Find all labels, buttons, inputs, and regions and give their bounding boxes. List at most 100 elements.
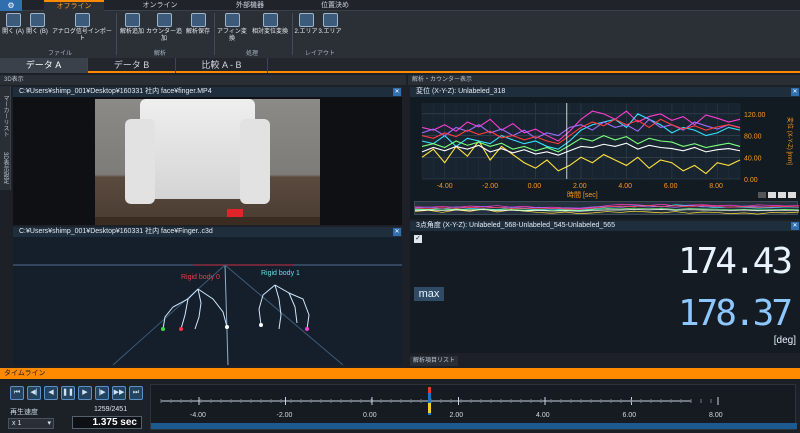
check-icon[interactable] bbox=[778, 192, 786, 198]
group-separator bbox=[116, 13, 117, 55]
timeline-header: タイムライン bbox=[0, 368, 800, 379]
tab-positioning[interactable]: 位置決め bbox=[305, 0, 365, 11]
tab-data-b[interactable]: データ B bbox=[88, 58, 176, 73]
layout-3-area-button[interactable]: 3.エリア bbox=[318, 13, 342, 43]
affine-transform-button[interactable]: アフィン変換 bbox=[216, 13, 248, 43]
group-separator bbox=[214, 13, 215, 55]
app-menu-button[interactable]: ⚙ bbox=[0, 0, 22, 11]
overview-strip[interactable] bbox=[414, 201, 800, 215]
analysis-add-icon bbox=[124, 13, 140, 27]
play-reverse-button[interactable]: ◀ bbox=[44, 386, 58, 400]
angle-title-header: 3点角度 (X-Y-Z): Unlabeled_568-Unlabeled_54… bbox=[410, 221, 800, 231]
y-tick-label: 80.00 bbox=[744, 134, 762, 141]
tab-data-a[interactable]: データ A bbox=[0, 58, 88, 73]
y-axis-label: 変位 (X-Y-Z) [mm] bbox=[786, 117, 794, 165]
go-start-button[interactable]: ⏮ bbox=[10, 386, 24, 400]
zoom-icon[interactable] bbox=[758, 192, 766, 198]
close-icon[interactable]: ✕ bbox=[393, 88, 401, 96]
tab-compare-a-b[interactable]: 比較 A - B bbox=[176, 58, 268, 73]
person-left-arm bbox=[125, 119, 155, 204]
3d-viewport: Rigid body 0 Rigid body 1 bbox=[13, 237, 402, 366]
time-display: 1.375 sec bbox=[72, 416, 142, 429]
speed-select[interactable]: x 1 ▾ bbox=[8, 418, 54, 429]
counter-add-icon bbox=[156, 13, 172, 27]
counter-checkbox[interactable]: ✓ bbox=[414, 235, 422, 243]
x-tick-label: 8.00 bbox=[709, 183, 723, 190]
person-shirt bbox=[140, 99, 255, 199]
step-forward-button[interactable]: |▶ bbox=[95, 386, 109, 400]
frame-counter: 1259/2451 bbox=[94, 406, 128, 413]
desk bbox=[95, 217, 320, 225]
open-b-button[interactable]: 開く (B) bbox=[26, 13, 48, 43]
pause-button[interactable]: ❚❚ bbox=[61, 386, 75, 400]
current-angle-value: 174.43 bbox=[677, 241, 793, 282]
tab-online[interactable]: オンライン bbox=[130, 0, 190, 11]
check-icon[interactable] bbox=[768, 192, 776, 198]
analysis-save-button[interactable]: 解析保存 bbox=[184, 13, 212, 43]
play-button[interactable]: ▶ bbox=[78, 386, 92, 400]
rigid-body-1-label: Rigid body 1 bbox=[261, 270, 300, 277]
marker-dot bbox=[225, 325, 229, 329]
y-tick-label: 40.00 bbox=[744, 155, 762, 162]
x-tick-label: 6.00 bbox=[664, 183, 678, 190]
analog-import-button[interactable]: アナログ信号インポート bbox=[50, 13, 114, 43]
relative-disp-icon bbox=[262, 13, 278, 27]
step-back-button[interactable]: ◀| bbox=[27, 386, 41, 400]
timeline-scrollbar[interactable] bbox=[151, 423, 797, 429]
analysis-add-button[interactable]: 解析追加 bbox=[118, 13, 146, 43]
relative-disp-button[interactable]: 相対変位変換 bbox=[250, 13, 290, 43]
ribbon: ⚙ オフライン オンライン 外部機器 位置決め 開く (A) 開く (B) アナ… bbox=[0, 0, 800, 60]
video-frame bbox=[95, 99, 320, 225]
video-path-header: C:¥Users¥shimp_001¥Desktop¥160331 社内 fac… bbox=[13, 87, 402, 97]
layout-2-icon bbox=[298, 13, 314, 27]
rigid-body-1-skeleton bbox=[258, 284, 310, 330]
check-icon[interactable] bbox=[788, 192, 796, 198]
tab-external-devices[interactable]: 外部機器 bbox=[220, 0, 280, 11]
layout-2-area-button[interactable]: 2.エリア bbox=[294, 13, 318, 43]
layout-3-icon bbox=[322, 13, 338, 27]
chevron-down-icon: ▾ bbox=[47, 420, 51, 427]
group-file-label: ファイル bbox=[47, 51, 72, 57]
y-tick-label: 120.00 bbox=[744, 112, 766, 119]
ribbon-tabbar: ⚙ オフライン オンライン 外部機器 位置決め bbox=[0, 0, 800, 11]
c3d-path-header: C:¥Users¥shimp_001¥Desktop¥160331 社内 fac… bbox=[13, 227, 402, 237]
x-axis-label: 時間 [sec] bbox=[567, 191, 598, 199]
timeline-tick-label: 8.00 bbox=[709, 412, 723, 419]
x-tick-label: 2.00 bbox=[573, 183, 587, 190]
side-tab-3d-settings[interactable]: 3D表示設定 bbox=[0, 146, 11, 190]
go-end-button[interactable]: ⏭ bbox=[129, 386, 143, 400]
x-tick-label: -2.00 bbox=[482, 183, 498, 190]
panel-3d-header: 3D表示 bbox=[0, 75, 406, 85]
timeline-tick-label: 4.00 bbox=[536, 412, 550, 419]
overview-mini-chart bbox=[414, 203, 800, 215]
max-angle-value: 178.37 bbox=[677, 293, 793, 334]
timeline-tick-label: 2.00 bbox=[450, 412, 464, 419]
fast-forward-button[interactable]: ▶▶ bbox=[112, 386, 126, 400]
chart-panel: 0.00 40.00 80.00 120.00 -4.00 -2.00 0.00 2.00 4.… bbox=[410, 97, 800, 219]
x-tick-label: 4.00 bbox=[618, 183, 632, 190]
y-tick-label: 0.00 bbox=[744, 177, 758, 184]
playhead-marker-red bbox=[428, 387, 431, 393]
side-tab-marker-list[interactable]: マーカーリスト bbox=[0, 86, 11, 146]
close-icon[interactable]: ✕ bbox=[393, 228, 401, 236]
chart-toolbar bbox=[758, 192, 796, 198]
chart-title-header: 変位 (X-Y-Z): Unlabeled_318 ✕ bbox=[410, 87, 800, 97]
timeline-scale: -4.00 -2.00 0.00 2.00 4.00 6.00 8.00 bbox=[151, 387, 797, 429]
close-icon[interactable]: ✕ bbox=[791, 222, 799, 230]
timeline-tick-label: 6.00 bbox=[623, 412, 637, 419]
close-icon[interactable]: ✕ bbox=[791, 88, 799, 96]
timeline-track[interactable]: -4.00 -2.00 0.00 2.00 4.00 6.00 8.00 bbox=[150, 384, 797, 430]
rigid-body-0-label: Rigid body 0 bbox=[181, 274, 220, 281]
group-processing-label: 処理 bbox=[245, 51, 258, 57]
x-tick-label: 0.00 bbox=[528, 183, 542, 190]
counter-add-button[interactable]: カウンター追加 bbox=[146, 13, 182, 43]
counter-panel: ✓ 174.43 max 178.37 [deg] bbox=[410, 231, 800, 353]
folder-open-icon bbox=[5, 13, 21, 27]
analysis-items-tab[interactable]: 解析項目リスト bbox=[410, 356, 458, 366]
tab-offline[interactable]: オフライン bbox=[44, 0, 104, 11]
panel-analysis-header: 解析・カウンター表示 bbox=[408, 75, 800, 85]
save-icon bbox=[190, 13, 206, 27]
folder-open-icon bbox=[29, 13, 45, 27]
open-a-button[interactable]: 開く (A) bbox=[2, 13, 24, 43]
group-layout-label: レイアウト bbox=[304, 51, 335, 57]
